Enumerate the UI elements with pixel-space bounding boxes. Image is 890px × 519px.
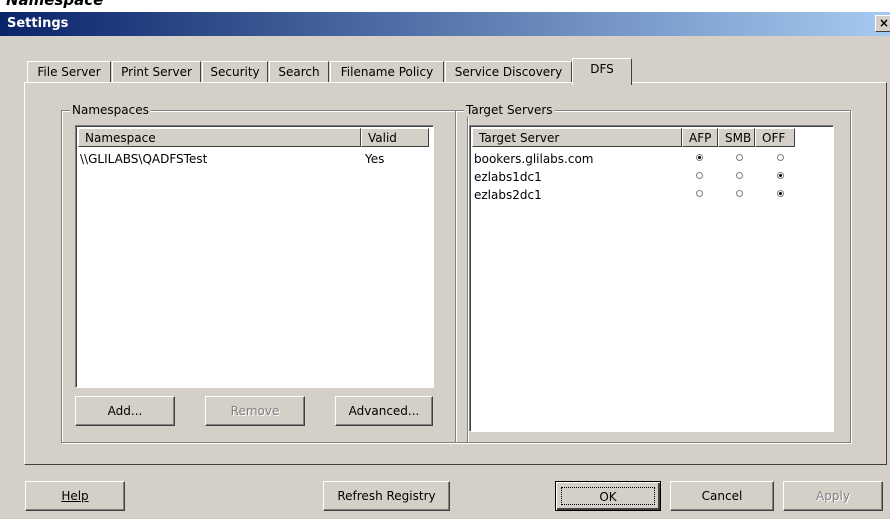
remove-button-label: Remove: [230, 404, 280, 418]
refresh-registry-button[interactable]: Refresh Registry: [323, 481, 450, 511]
refresh-registry-button-label: Refresh Registry: [337, 489, 436, 503]
tab-label: Security: [210, 65, 260, 79]
tab-label: Service Discovery: [454, 65, 563, 79]
tab-label: Filename Policy: [340, 65, 434, 79]
tab-dfs[interactable]: DFS: [572, 58, 632, 85]
table-row[interactable]: ezlabs1dc1: [474, 168, 833, 186]
afp-radio[interactable]: [696, 172, 703, 179]
tab-search[interactable]: Search: [269, 61, 329, 83]
background-window-title: Namespace: [6, 0, 104, 9]
smb-radio[interactable]: [736, 172, 743, 179]
close-icon[interactable]: ×: [875, 15, 890, 32]
smb-radio[interactable]: [736, 190, 743, 197]
ok-button[interactable]: OK: [555, 481, 661, 511]
off-radio[interactable]: [777, 190, 784, 197]
cancel-button-label: Cancel: [701, 489, 743, 503]
apply-button[interactable]: Apply: [783, 481, 883, 511]
namespaces-list-header: Namespace Valid: [78, 128, 429, 148]
column-header-valid[interactable]: Valid: [361, 128, 429, 147]
table-row[interactable]: ezlabs2dc1: [474, 186, 833, 204]
target-servers-group: Target Servers Target Server AFP SMB OFF…: [455, 103, 851, 443]
add-button-label: Add...: [107, 404, 143, 418]
off-radio[interactable]: [777, 154, 784, 161]
column-header-namespace[interactable]: Namespace: [78, 128, 361, 147]
namespaces-list[interactable]: Namespace Valid \\GLILABS\QADFSTest Yes: [75, 125, 434, 388]
advanced-button-label: Advanced...: [348, 404, 420, 418]
tab-label: Print Server: [121, 65, 192, 79]
namespace-path: \\GLILABS\QADFSTest: [80, 152, 208, 166]
title-bar[interactable]: Settings ×: [0, 12, 890, 36]
tab-security[interactable]: Security: [202, 61, 268, 83]
column-header-target-server[interactable]: Target Server: [472, 128, 682, 147]
window-title: Settings: [7, 16, 69, 31]
tab-panel-dfs: Namespaces Namespace Valid \\GLILABS\QAD…: [24, 82, 887, 465]
tab-file-server[interactable]: File Server: [27, 61, 111, 83]
add-button[interactable]: Add...: [75, 396, 175, 426]
target-server-name: bookers.glilabs.com: [474, 152, 594, 166]
advanced-button[interactable]: Advanced...: [335, 396, 433, 426]
ok-button-label: OK: [561, 487, 655, 505]
help-button-label: Help: [61, 489, 89, 503]
help-button[interactable]: Help: [25, 481, 125, 511]
target-server-name: ezlabs2dc1: [474, 188, 542, 202]
tab-label: File Server: [37, 65, 101, 79]
namespace-valid: Yes: [365, 152, 385, 166]
off-radio[interactable]: [777, 172, 784, 179]
list-item[interactable]: \\GLILABS\QADFSTest Yes: [80, 150, 433, 168]
tab-label: Search: [278, 65, 320, 79]
tab-label: DFS: [590, 62, 614, 76]
apply-button-label: Apply: [816, 489, 850, 503]
afp-radio[interactable]: [696, 190, 703, 197]
tab-service-discovery[interactable]: Service Discovery: [445, 61, 572, 83]
target-servers-list[interactable]: Target Server AFP SMB OFF bookers.glilab…: [469, 125, 834, 432]
column-header-afp[interactable]: AFP: [682, 128, 718, 147]
background-window-strip: Namespace: [0, 0, 890, 12]
namespaces-group: Namespaces Namespace Valid \\GLILABS\QAD…: [61, 103, 468, 443]
target-servers-group-label: Target Servers: [464, 103, 555, 117]
table-row[interactable]: bookers.glilabs.com: [474, 150, 833, 168]
column-header-off[interactable]: OFF: [755, 128, 795, 147]
cancel-button[interactable]: Cancel: [670, 481, 774, 511]
target-servers-list-header: Target Server AFP SMB OFF: [472, 128, 795, 148]
afp-radio[interactable]: [696, 154, 703, 161]
column-header-smb[interactable]: SMB: [718, 128, 755, 147]
tab-filename-policy[interactable]: Filename Policy: [330, 61, 444, 83]
target-server-name: ezlabs1dc1: [474, 170, 542, 184]
remove-button[interactable]: Remove: [205, 396, 305, 426]
smb-radio[interactable]: [736, 154, 743, 161]
namespaces-group-label: Namespaces: [70, 103, 151, 117]
tab-print-server[interactable]: Print Server: [112, 61, 201, 83]
